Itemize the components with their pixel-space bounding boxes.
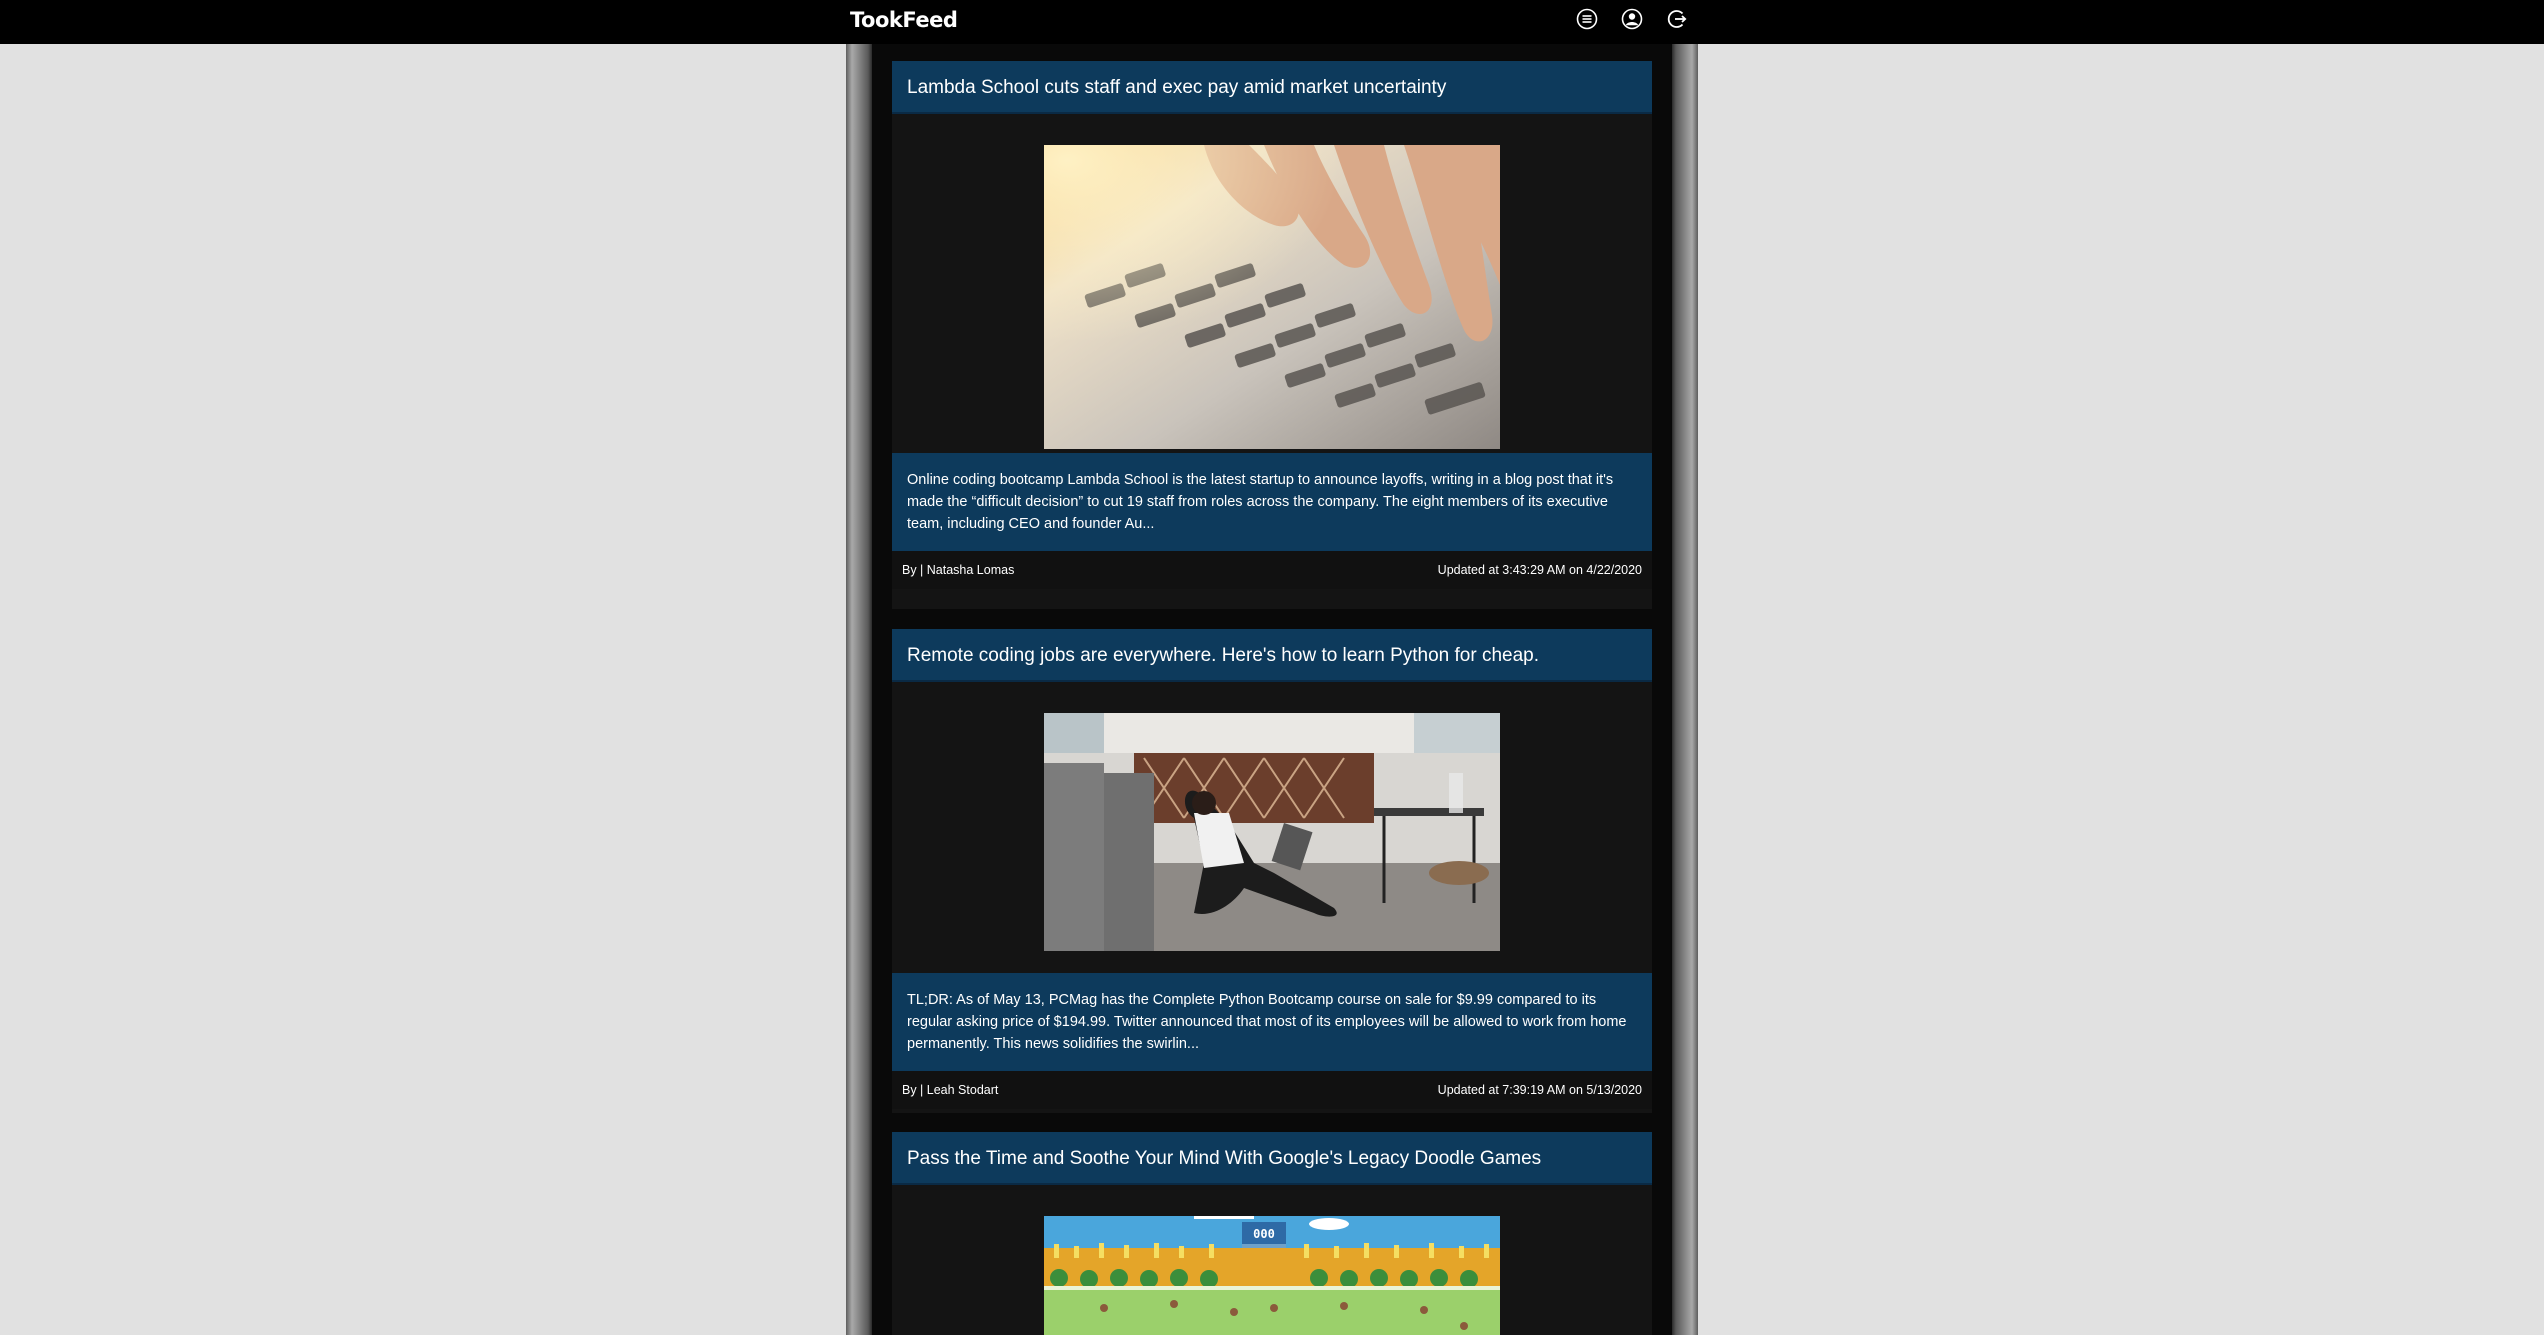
- article-image[interactable]: 000: [1044, 1216, 1500, 1335]
- article-updated-time: Updated at 3:43:29 AM on 4/22/2020: [1437, 563, 1642, 577]
- article-title[interactable]: Pass the Time and Soothe Your Mind With …: [892, 1132, 1652, 1185]
- article-updated-time: Updated at 7:39:19 AM on 5/13/2020: [1437, 1083, 1642, 1097]
- doodle-game-image: 000: [1044, 1216, 1500, 1335]
- article-card[interactable]: Lambda School cuts staff and exec pay am…: [892, 61, 1652, 609]
- article-image[interactable]: [1044, 145, 1500, 449]
- remote-work-photo: [1044, 713, 1500, 951]
- brand-logo[interactable]: TookFeed: [850, 8, 958, 32]
- article-description: TL;DR: As of May 13, PCMag has the Compl…: [892, 973, 1652, 1071]
- article-author: By | Natasha Lomas: [902, 563, 1015, 577]
- top-navbar: TookFeed: [0, 0, 2544, 44]
- keyboard-photo: [1044, 145, 1500, 449]
- article-meta: By | Leah Stodart Updated at 7:39:19 AM …: [892, 1071, 1652, 1109]
- article-author: By | Leah Stodart: [902, 1083, 999, 1097]
- article-title[interactable]: Remote coding jobs are everywhere. Here'…: [892, 629, 1652, 682]
- article-card[interactable]: Remote coding jobs are everywhere. Here'…: [892, 629, 1652, 1113]
- scoreboard-text: 000: [1253, 1227, 1275, 1241]
- logout-icon[interactable]: [1666, 8, 1688, 30]
- menu-icon[interactable]: [1576, 8, 1598, 30]
- article-description: Online coding bootcamp Lambda School is …: [892, 453, 1652, 551]
- article-image[interactable]: [1044, 713, 1500, 951]
- user-icon[interactable]: [1621, 8, 1643, 30]
- article-title[interactable]: Lambda School cuts staff and exec pay am…: [892, 61, 1652, 114]
- article-card[interactable]: Pass the Time and Soothe Your Mind With …: [892, 1132, 1652, 1335]
- article-meta: By | Natasha Lomas Updated at 3:43:29 AM…: [892, 551, 1652, 589]
